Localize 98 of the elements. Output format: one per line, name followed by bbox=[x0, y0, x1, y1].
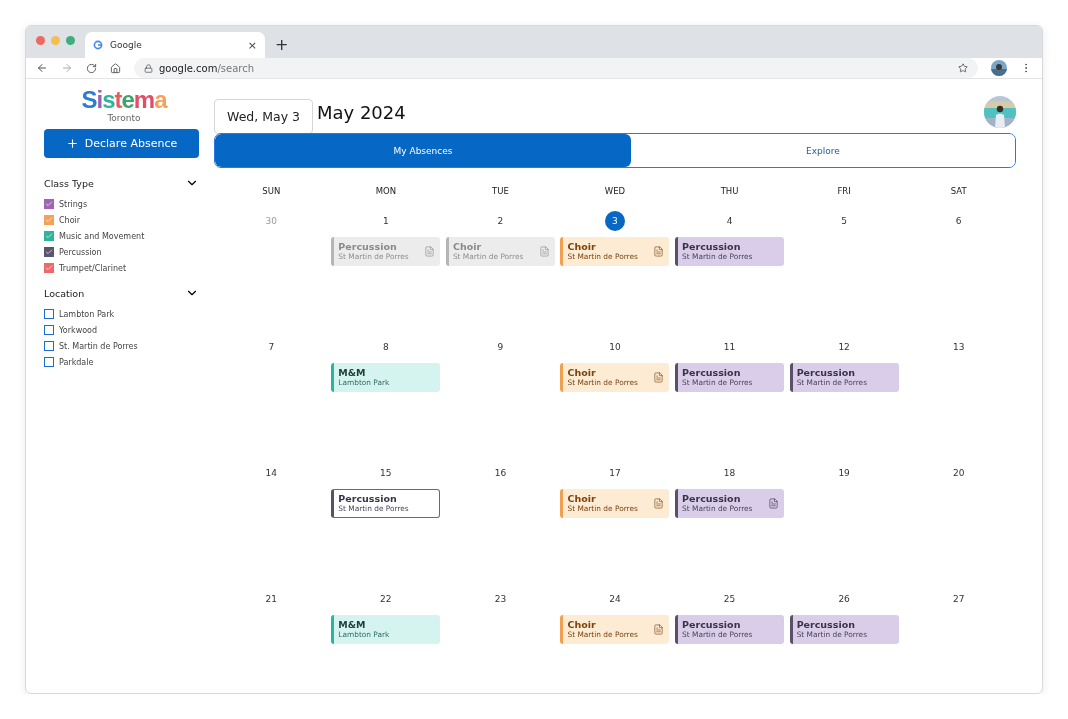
filter-label: Yorkwood bbox=[59, 325, 98, 335]
document-icon[interactable] bbox=[768, 498, 780, 509]
filter-checkbox[interactable] bbox=[44, 341, 54, 351]
filter-checkbox[interactable] bbox=[44, 247, 54, 257]
date-number[interactable]: 6 bbox=[948, 211, 969, 231]
date-number[interactable]: 27 bbox=[948, 589, 969, 609]
filter-label: Percussion bbox=[59, 247, 102, 257]
event-title: Choir bbox=[452, 241, 483, 252]
date-number[interactable]: 23 bbox=[490, 589, 511, 609]
document-icon[interactable] bbox=[653, 246, 665, 257]
filter-checkbox[interactable] bbox=[44, 231, 54, 241]
date-number[interactable]: 21 bbox=[261, 589, 282, 609]
browser-tab[interactable]: Google × bbox=[85, 32, 265, 58]
filter-checkbox[interactable] bbox=[44, 215, 54, 225]
home-icon[interactable] bbox=[110, 62, 121, 74]
weekday-label: SUN bbox=[262, 186, 281, 196]
filter-label: Choir bbox=[59, 215, 81, 225]
document-icon[interactable] bbox=[653, 498, 665, 509]
date-number[interactable]: 26 bbox=[834, 589, 855, 609]
date-number[interactable]: 10 bbox=[605, 337, 625, 357]
date-number[interactable]: 24 bbox=[605, 589, 625, 609]
forward-icon[interactable] bbox=[61, 62, 73, 74]
date-number[interactable]: 15 bbox=[375, 463, 396, 483]
event-title: M&M bbox=[338, 367, 367, 378]
filter-label: Trumpet/Clarinet bbox=[59, 263, 127, 273]
back-icon[interactable] bbox=[36, 62, 48, 74]
date-number[interactable]: 2 bbox=[490, 211, 511, 231]
lock-icon bbox=[144, 63, 153, 73]
view-tab[interactable]: My Absences bbox=[215, 134, 631, 167]
date-number[interactable]: 12 bbox=[834, 337, 855, 357]
filter-checkbox[interactable] bbox=[44, 357, 54, 367]
plus-icon bbox=[65, 137, 79, 150]
event-title: Percussion bbox=[338, 493, 398, 504]
weekday-label: SAT bbox=[950, 186, 967, 196]
event-title: Choir bbox=[567, 619, 597, 630]
event-title: Choir bbox=[567, 493, 597, 504]
event-title: Percussion bbox=[796, 367, 856, 378]
date-number[interactable]: 4 bbox=[719, 211, 740, 231]
weekday-label: THU bbox=[720, 186, 739, 196]
tab-title: Google bbox=[110, 40, 143, 50]
date-number[interactable]: 20 bbox=[948, 463, 969, 483]
filter-label: Lambton Park bbox=[59, 309, 115, 319]
event-title: Choir bbox=[567, 367, 597, 378]
logo-subtitle: Toronto bbox=[107, 113, 141, 123]
filter-heading: Location bbox=[44, 287, 85, 299]
event-title: Percussion bbox=[338, 241, 398, 252]
date-number[interactable]: 5 bbox=[834, 211, 855, 231]
filter-checkbox[interactable] bbox=[44, 199, 54, 209]
event-title: Percussion bbox=[682, 367, 742, 378]
event-title: Percussion bbox=[682, 241, 742, 252]
event-title: Percussion bbox=[796, 619, 856, 630]
event-title: Percussion bbox=[682, 619, 742, 630]
date-number[interactable]: 17 bbox=[605, 463, 625, 483]
close-tab-button[interactable]: × bbox=[247, 38, 257, 52]
document-icon[interactable] bbox=[424, 246, 436, 257]
weekday-label: TUE bbox=[492, 186, 509, 196]
date-number[interactable]: 14 bbox=[261, 463, 282, 483]
address-bar[interactable]: google.com/search bbox=[134, 58, 978, 78]
date-button[interactable]: Wed, May 3 bbox=[214, 98, 313, 134]
filter-label: Parkdale bbox=[59, 357, 94, 367]
date-number[interactable]: 9 bbox=[490, 337, 511, 357]
event-title: M&M bbox=[338, 619, 367, 630]
weekday-label: WED bbox=[604, 186, 626, 196]
filter-label: St. Martin de Porres bbox=[59, 341, 138, 351]
document-icon[interactable] bbox=[653, 624, 665, 635]
date-number[interactable]: 19 bbox=[834, 463, 855, 483]
date-number[interactable]: 13 bbox=[948, 337, 969, 357]
filter-label: Music and Movement bbox=[59, 231, 145, 241]
weekday-label: FRI bbox=[837, 186, 851, 196]
declare-absence-button[interactable]: Declare Absence bbox=[44, 129, 199, 158]
event-title: Percussion bbox=[682, 493, 742, 504]
filter-label: Strings bbox=[59, 199, 88, 209]
reload-icon[interactable] bbox=[86, 62, 97, 74]
date-number[interactable]: 22 bbox=[375, 589, 396, 609]
date-number[interactable]: 8 bbox=[375, 337, 396, 357]
weekday-label: MON bbox=[375, 186, 397, 196]
google-icon bbox=[93, 40, 103, 50]
filter-checkbox[interactable] bbox=[44, 325, 54, 335]
close-window-dot[interactable] bbox=[36, 35, 45, 45]
month-title: May 2024 bbox=[316, 101, 407, 123]
bookmark-star-icon[interactable] bbox=[958, 63, 968, 73]
filter-checkbox[interactable] bbox=[44, 309, 54, 319]
date-number[interactable]: 16 bbox=[490, 463, 511, 483]
new-tab-button[interactable]: + bbox=[275, 32, 289, 58]
minimize-window-dot[interactable] bbox=[51, 35, 60, 45]
filter-heading: Class Type bbox=[44, 177, 94, 189]
date-number[interactable]: 3 bbox=[605, 211, 625, 231]
event-title: Choir bbox=[567, 241, 597, 252]
date-number[interactable]: 1 bbox=[375, 211, 396, 231]
date-number[interactable]: 18 bbox=[719, 463, 740, 483]
logo: Sistema bbox=[81, 87, 167, 113]
document-icon[interactable] bbox=[653, 372, 665, 383]
document-icon[interactable] bbox=[538, 246, 550, 257]
date-number[interactable]: 25 bbox=[719, 589, 740, 609]
date-number[interactable]: 11 bbox=[719, 337, 740, 357]
maximize-window-dot[interactable] bbox=[66, 35, 75, 45]
filter-checkbox[interactable] bbox=[44, 263, 54, 273]
date-number[interactable]: 7 bbox=[261, 337, 282, 357]
